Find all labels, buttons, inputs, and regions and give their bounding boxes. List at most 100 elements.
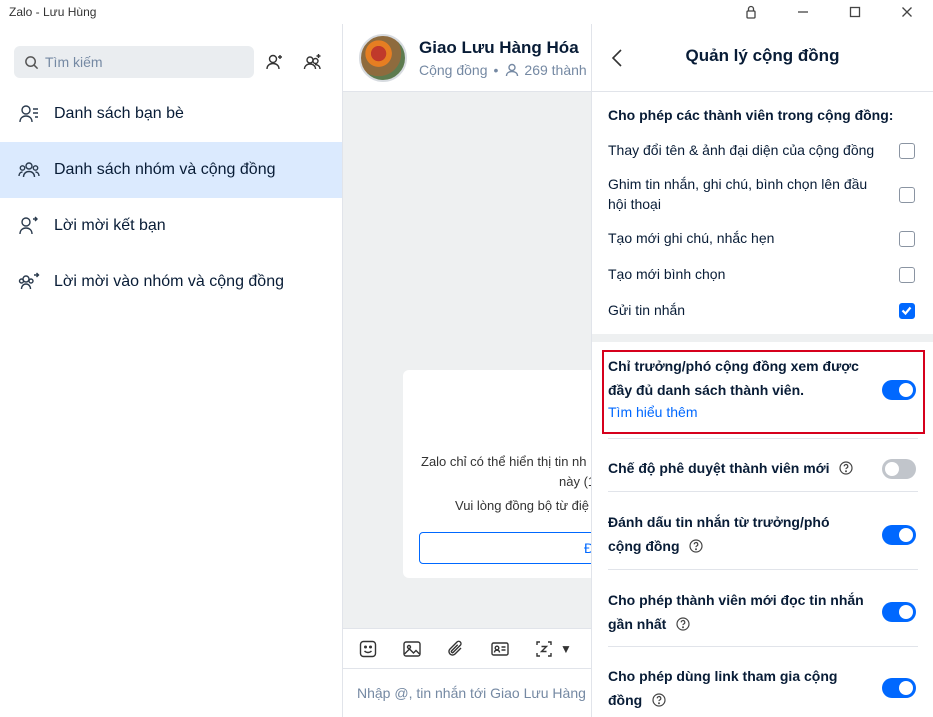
permission-label: Thay đổi tên & ảnh đại diện của cộng đồn…	[608, 142, 875, 158]
nav-label: Lời mời vào nhóm và cộng đồng	[54, 273, 284, 290]
attach-file-button[interactable]	[444, 637, 468, 661]
option-join-link: Cho phép dùng link tham gia cộng đồng	[608, 664, 837, 712]
option-members-list-visibility: Chỉ trưởng/phó cộng đồng xem được đầy đủ…	[608, 354, 859, 402]
nav-label: Lời mời kết bạn	[54, 217, 166, 234]
minimize-icon	[798, 11, 808, 13]
member-count[interactable]: 269 thành	[524, 62, 586, 78]
maximize-button[interactable]	[829, 0, 881, 24]
screenshot-button[interactable]	[532, 637, 556, 661]
create-group-icon	[303, 54, 321, 70]
permissions-heading: Cho phép các thành viên trong cộng đồng:	[608, 107, 894, 123]
toggle-highlight-admin-messages[interactable]	[882, 525, 916, 545]
divider	[608, 438, 918, 439]
groups-icon	[18, 162, 40, 178]
search-row	[0, 24, 342, 86]
contact-card-button[interactable]	[488, 637, 512, 661]
sync-notice-text: Zalo chỉ có thể hiển thị tin nh này (1	[421, 452, 591, 492]
permission-send-messages: Gửi tin nhắn	[608, 300, 918, 320]
chat-subtitle: Cộng đồng • 269 thành	[419, 62, 587, 78]
permission-label-line2: hội thoại	[608, 196, 661, 212]
checkbox-pin-messages[interactable]	[899, 187, 915, 203]
image-icon	[403, 640, 421, 657]
section-separator	[592, 334, 933, 342]
panel-title: Quản lý cộng đồng	[685, 46, 840, 65]
chat-panel: Giao Lưu Hàng Hóa Cộng đồng • 269 thành …	[343, 24, 591, 717]
paperclip-icon	[448, 640, 462, 656]
checkbox-create-polls[interactable]	[899, 267, 915, 283]
group-invite-icon	[18, 272, 40, 290]
contact-card-icon	[491, 641, 509, 656]
chat-title[interactable]: Giao Lưu Hàng Hóa	[419, 38, 587, 58]
option-label: Chế độ phê duyệt thành viên mới	[608, 460, 830, 476]
contacts-sidebar: Danh sách bạn bè Danh sách nhóm và cộng …	[0, 24, 343, 717]
sticker-icon	[359, 640, 377, 657]
chat-type-label: Cộng đồng	[419, 61, 488, 78]
permission-pin-messages: Ghim tin nhắn, ghi chú, bình chọn lên đầ…	[608, 174, 918, 214]
lock-button[interactable]	[725, 0, 777, 24]
sync-notice-card: Zalo chỉ có thể hiển thị tin nh này (1 V…	[403, 370, 591, 578]
option-label-line2: đầy đủ danh sách thành viên.	[608, 382, 805, 398]
checkbox-create-notes[interactable]	[899, 231, 915, 247]
search-box[interactable]	[14, 46, 254, 78]
toggle-member-approval[interactable]	[882, 459, 916, 479]
nav-label: Danh sách bạn bè	[54, 105, 184, 122]
sync-notice-line1: Zalo chỉ có thể hiển thị tin nh	[421, 454, 587, 469]
message-input-row	[343, 668, 591, 717]
close-button[interactable]	[881, 0, 933, 24]
search-input[interactable]	[45, 54, 235, 70]
minimize-button[interactable]	[777, 0, 829, 24]
nav-friend-list[interactable]: Danh sách bạn bè	[0, 86, 342, 142]
learn-more-link[interactable]: Tìm hiểu thêm	[608, 404, 697, 420]
maximize-icon	[849, 6, 861, 18]
add-friend-button[interactable]	[258, 45, 292, 79]
permission-change-name-avatar: Thay đổi tên & ảnh đại diện của cộng đồn…	[608, 140, 918, 160]
option-label-line1: Đánh dấu tin nhắn từ trưởng/phó	[608, 514, 830, 530]
community-settings-panel: Quản lý cộng đồng Cho phép các thành viê…	[591, 24, 933, 717]
nav-label: Danh sách nhóm và cộng đồng	[54, 161, 276, 178]
add-friend-icon	[266, 54, 282, 70]
sync-button[interactable]: Đ	[419, 532, 591, 564]
composer-toolbar: ▼	[343, 628, 591, 668]
checkbox-change-name-avatar[interactable]	[899, 143, 915, 159]
permission-label: Tạo mới bình chọn	[608, 266, 726, 282]
toggle-new-members-read-recent[interactable]	[882, 602, 916, 622]
close-icon	[902, 7, 912, 17]
help-icon[interactable]	[839, 458, 854, 475]
chat-header: Giao Lưu Hàng Hóa Cộng đồng • 269 thành	[343, 24, 591, 92]
toggle-members-list-visibility[interactable]	[882, 380, 916, 400]
sync-notice-line2: Vui lòng đồng bộ từ điệ	[455, 498, 589, 513]
sticker-button[interactable]	[356, 637, 380, 661]
message-input[interactable]	[357, 685, 591, 701]
title-bar: Zalo - Lưu Hùng	[0, 0, 933, 24]
nav-friend-requests[interactable]: Lời mời kết bạn	[0, 198, 342, 254]
help-icon[interactable]	[676, 614, 690, 631]
help-icon[interactable]	[652, 690, 666, 707]
nav-group-invitations[interactable]: Lời mời vào nhóm và cộng đồng	[0, 254, 342, 310]
toggle-join-link[interactable]	[882, 678, 916, 698]
sync-notice-line1b: này (1	[559, 474, 591, 489]
permission-label-line1: Ghim tin nhắn, ghi chú, bình chọn lên đầ…	[608, 176, 868, 192]
screenshot-icon	[536, 640, 552, 657]
chevron-down-icon[interactable]: ▼	[560, 642, 572, 656]
search-icon	[25, 55, 39, 69]
permission-label: Gửi tin nhắn	[608, 302, 686, 318]
permission-label: Tạo mới ghi chú, nhắc hẹn	[608, 230, 775, 246]
chat-header-text: Giao Lưu Hàng Hóa Cộng đồng • 269 thành	[419, 38, 587, 78]
option-member-approval: Chế độ phê duyệt thành viên mới	[608, 456, 854, 480]
member-icon	[506, 63, 519, 76]
group-avatar[interactable]	[359, 33, 407, 82]
checkbox-send-messages[interactable]	[899, 303, 915, 319]
create-group-button[interactable]	[296, 45, 330, 79]
option-label-line1: Cho phép thành viên mới đọc tin nhắn	[608, 592, 864, 608]
separator-dot: •	[493, 61, 499, 78]
permission-create-notes: Tạo mới ghi chú, nhắc hẹn	[608, 228, 918, 248]
permission-create-polls: Tạo mới bình chọn	[608, 264, 918, 284]
divider	[608, 646, 918, 647]
nav-groups-communities[interactable]: Danh sách nhóm và cộng đồng	[0, 142, 342, 198]
checkmark-icon	[901, 306, 912, 316]
friend-list-icon	[19, 105, 38, 123]
help-icon[interactable]	[689, 536, 704, 553]
option-highlight-admin-messages: Đánh dấu tin nhắn từ trưởng/phó cộng đồn…	[608, 510, 830, 558]
window-controls	[725, 0, 933, 24]
image-button[interactable]	[400, 637, 424, 661]
